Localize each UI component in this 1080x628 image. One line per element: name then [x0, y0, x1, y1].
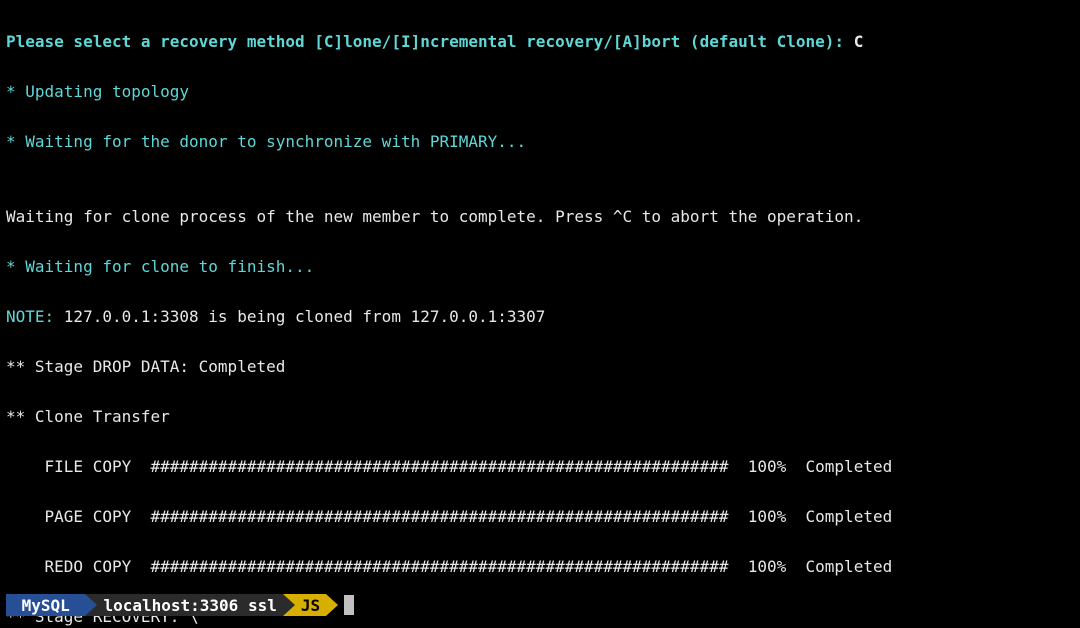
progress-line: PAGE COPY ##############################… [6, 504, 1074, 529]
status-mysql-segment: MySQL [6, 594, 85, 616]
log-line: ** Clone Transfer [6, 404, 1074, 429]
log-line: ** Stage DROP DATA: Completed [6, 354, 1074, 379]
prompt-line[interactable]: Please select a recovery method [C]lone/… [6, 29, 1074, 54]
progress-line: FILE COPY ##############################… [6, 454, 1074, 479]
log-line: NOTE: 127.0.0.1:3308 is being cloned fro… [6, 304, 1074, 329]
prompt-question: Please select a recovery method [C]lone/… [6, 32, 854, 51]
note-label: NOTE: [6, 307, 64, 326]
chevron-right-icon [283, 594, 295, 616]
log-line: * Waiting for the donor to synchronize w… [6, 129, 1074, 154]
shell-status-bar: MySQL localhost:3306 ssl JS [6, 594, 354, 616]
progress-line: REDO COPY ##############################… [6, 554, 1074, 579]
log-line: Waiting for clone process of the new mem… [6, 204, 1074, 229]
log-line: * Updating topology [6, 79, 1074, 104]
note-text: 127.0.0.1:3308 is being cloned from 127.… [64, 307, 546, 326]
prompt-answer: C [854, 32, 864, 51]
status-mode-segment: JS [295, 594, 326, 616]
status-host-text: localhost:3306 ssl [103, 593, 276, 618]
status-mysql-text: MySQL [22, 593, 70, 618]
chevron-right-icon [85, 594, 97, 616]
status-mode-text: JS [301, 593, 320, 618]
log-line: * Waiting for clone to finish... [6, 254, 1074, 279]
status-host-segment: localhost:3306 ssl [97, 594, 282, 616]
chevron-right-icon [326, 594, 338, 616]
terminal-output: Please select a recovery method [C]lone/… [0, 0, 1080, 628]
cursor-icon[interactable] [344, 595, 354, 615]
